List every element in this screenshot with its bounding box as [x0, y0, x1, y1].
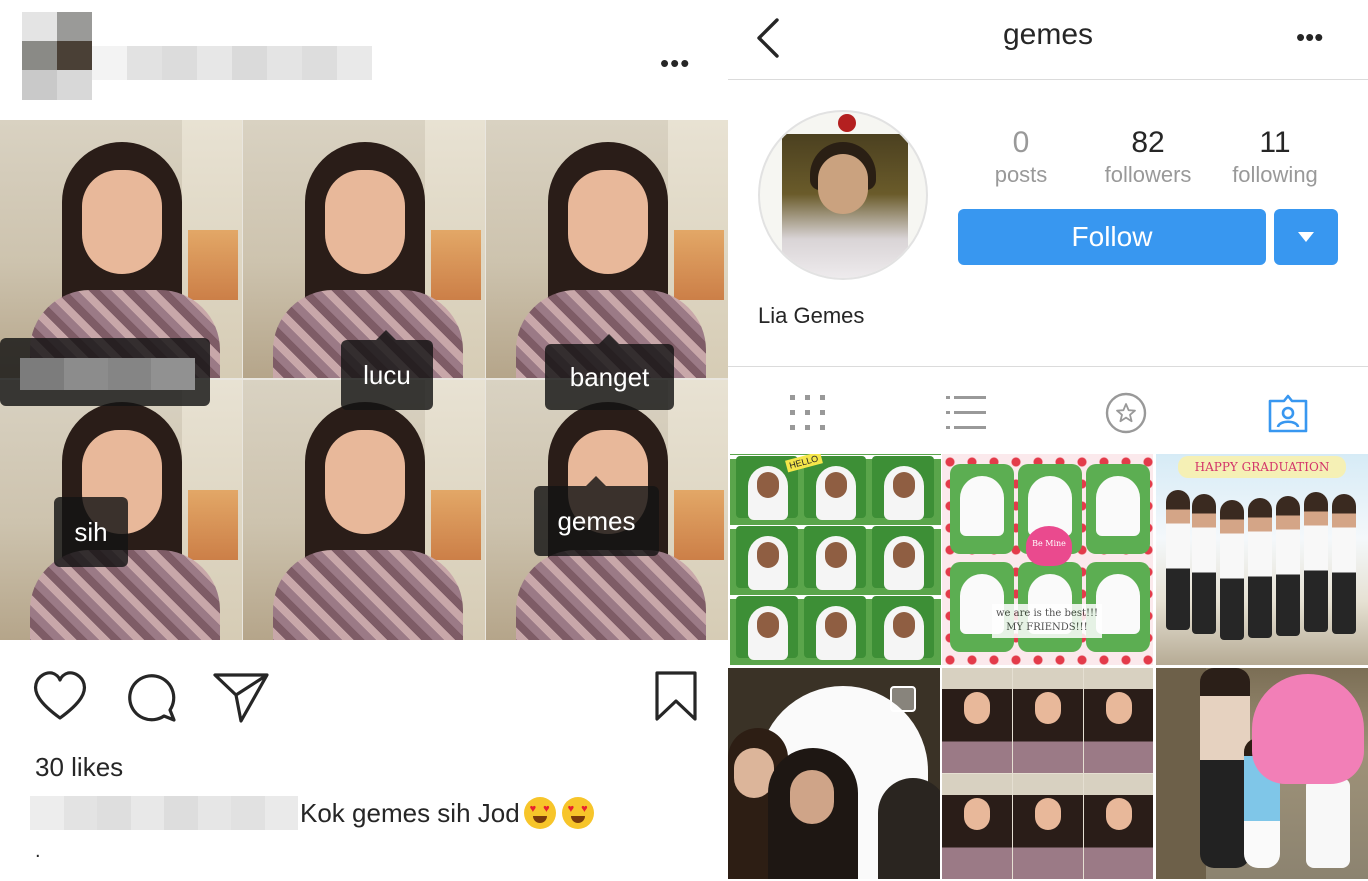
post-panel: ••• lucu banget sih gemes 30 likes Kok g…: [0, 0, 728, 881]
profile-avatar[interactable]: [758, 110, 928, 280]
heart-eyes-emoji-icon: [561, 797, 594, 829]
user-tag[interactable]: banget: [545, 344, 674, 410]
friends-note-text: we are is the best!!! MY FRIENDS!!!: [992, 604, 1102, 638]
likes-count[interactable]: 30 likes: [35, 752, 123, 783]
grid-icon[interactable]: [786, 391, 830, 435]
user-tag-blurred[interactable]: [0, 338, 210, 406]
profile-full-name: Lia Gemes: [758, 303, 865, 328]
grid-photo[interactable]: HELLO: [730, 454, 941, 665]
caption-author-blurred[interactable]: [30, 796, 298, 830]
stat-following[interactable]: 11 following: [1220, 126, 1330, 188]
post-header: •••: [0, 0, 728, 120]
posts-count: 0: [1012, 126, 1030, 159]
graduation-banner: HAPPY GRADUATION: [1178, 456, 1346, 478]
star-icon[interactable]: [1104, 391, 1148, 435]
tag-pointer: [376, 330, 396, 340]
profile-username-title: gemes: [1002, 18, 1094, 51]
caption-trailing-dot: .: [35, 840, 41, 862]
profile-tabs: [728, 366, 1368, 454]
stat-followers[interactable]: 82 followers: [1093, 126, 1203, 188]
tag-pointer: [586, 476, 606, 486]
user-tag[interactable]: lucu: [341, 340, 433, 410]
user-tag-label: sih: [74, 516, 108, 547]
followers-label: followers: [1104, 162, 1192, 187]
be-mine-text: Be Mine: [1032, 539, 1066, 548]
user-tag-label: banget: [569, 361, 650, 392]
be-mine-heart: Be Mine: [1026, 526, 1072, 566]
list-icon[interactable]: [944, 391, 988, 435]
more-horizontal-icon[interactable]: •••: [660, 48, 690, 79]
posts-label: posts: [994, 162, 1048, 187]
screenshot-root: ••• lucu banget sih gemes 30 likes Kok g…: [0, 0, 1368, 881]
post-actions-bar: [0, 640, 728, 750]
multi-photo-icon: [890, 686, 916, 712]
user-tag-label: gemes: [557, 505, 636, 536]
tag-name-blurred: [20, 358, 195, 390]
collage-tile: [243, 380, 485, 640]
bookmark-icon[interactable]: [654, 670, 698, 722]
tagged-photos-grid: HELLO Be Mine we are is the best!!! MY F…: [728, 454, 1368, 881]
following-count: 11: [1259, 126, 1291, 159]
followers-count: 82: [1131, 126, 1165, 159]
follow-button[interactable]: Follow: [958, 209, 1266, 265]
following-label: following: [1232, 162, 1318, 187]
post-caption: Kok gemes sih Jod: [30, 796, 594, 830]
grid-photo[interactable]: Be Mine we are is the best!!! MY FRIENDS…: [942, 454, 1153, 665]
user-tag[interactable]: gemes: [534, 486, 659, 556]
profile-panel: gemes ••• 0 posts 82 followers 11 follow…: [728, 0, 1368, 881]
heart-eyes-emoji-icon: [523, 797, 556, 829]
grid-photo[interactable]: [942, 668, 1153, 879]
triangle-down-icon: [1298, 232, 1314, 242]
suggestions-dropdown-button[interactable]: [1274, 209, 1338, 265]
post-photo-collage[interactable]: lucu banget sih gemes: [0, 120, 728, 640]
tag-pointer: [599, 334, 619, 344]
heart-icon[interactable]: [32, 670, 88, 722]
tagged-icon[interactable]: [1266, 391, 1310, 435]
comment-icon[interactable]: [124, 670, 178, 724]
more-horizontal-icon[interactable]: •••: [1296, 22, 1323, 53]
paper-plane-icon[interactable]: [212, 670, 270, 724]
stat-posts: 0 posts: [966, 126, 1076, 188]
caption-text: Kok gemes sih Jod: [300, 797, 520, 828]
author-avatar-blurred[interactable]: [22, 12, 92, 100]
user-tag-label: lucu: [363, 359, 411, 390]
grid-photo[interactable]: HAPPY GRADUATION: [1156, 454, 1368, 665]
grid-photo[interactable]: [728, 668, 940, 879]
author-name-blurred[interactable]: [92, 46, 372, 80]
profile-nav-bar: gemes •••: [728, 0, 1368, 80]
user-tag[interactable]: sih: [54, 497, 128, 567]
grid-photo[interactable]: [1156, 668, 1368, 879]
